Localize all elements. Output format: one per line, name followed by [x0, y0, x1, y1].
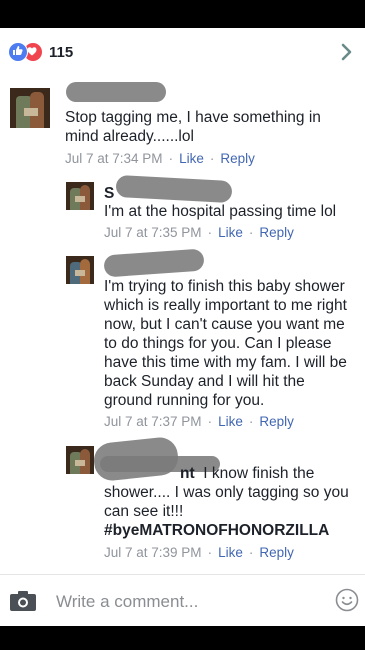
- chevron-right-icon[interactable]: [339, 42, 355, 62]
- comments-screen: 115 Stop tagging me, I have something in…: [0, 28, 365, 626]
- commenter-name-end: nt: [180, 465, 195, 482]
- like-link[interactable]: Like: [218, 545, 243, 560]
- camera-icon[interactable]: [10, 591, 36, 611]
- comment-input[interactable]: Write a comment...: [56, 592, 198, 612]
- comment-timestamp: Jul 7 at 7:39 PM: [104, 545, 202, 560]
- reply-link[interactable]: Reply: [259, 414, 294, 429]
- commenter-avatar[interactable]: [66, 446, 94, 474]
- reactions-bar[interactable]: 115: [0, 28, 365, 76]
- comment-meta: Jul 7 at 7:39 PM · Like · Reply: [104, 545, 294, 560]
- redacted-name: [115, 174, 233, 204]
- comment-meta: Jul 7 at 7:35 PM · Like · Reply: [104, 225, 294, 240]
- like-link[interactable]: Like: [218, 414, 243, 429]
- redacted-name: [103, 248, 205, 278]
- comment-timestamp: Jul 7 at 7:37 PM: [104, 414, 202, 429]
- reply-link[interactable]: Reply: [220, 151, 255, 166]
- comment-meta: Jul 7 at 7:34 PM · Like · Reply: [65, 151, 255, 166]
- reply-link[interactable]: Reply: [259, 225, 294, 240]
- emoji-icon[interactable]: [335, 588, 359, 612]
- like-link[interactable]: Like: [179, 151, 204, 166]
- reply-link[interactable]: Reply: [259, 545, 294, 560]
- commenter-avatar[interactable]: [66, 182, 94, 210]
- commenter-avatar[interactable]: [10, 88, 50, 128]
- comment-text: nt I know finish the shower.... I was on…: [104, 465, 349, 520]
- comment-text: I'm at the hospital passing time lol: [104, 203, 337, 220]
- comment-text: Stop tagging me, I have something in min…: [65, 109, 321, 145]
- commenter-avatar[interactable]: [66, 256, 94, 284]
- like-reaction-icon: [8, 42, 28, 62]
- like-link[interactable]: Like: [218, 225, 243, 240]
- comment-text: I'm trying to finish this baby shower wh…: [104, 278, 347, 409]
- comment-meta: Jul 7 at 7:37 PM · Like · Reply: [104, 414, 294, 429]
- commenter-name-initial: S: [104, 185, 115, 202]
- comment-composer: Write a comment...: [0, 574, 365, 626]
- redacted-name: [66, 82, 166, 102]
- comment-timestamp: Jul 7 at 7:34 PM: [65, 151, 163, 166]
- hashtag[interactable]: #byeMATRONOFHONORZILLA: [104, 521, 329, 540]
- comment-timestamp: Jul 7 at 7:35 PM: [104, 225, 202, 240]
- reaction-summary[interactable]: 115: [8, 42, 73, 62]
- reaction-count: 115: [49, 43, 74, 61]
